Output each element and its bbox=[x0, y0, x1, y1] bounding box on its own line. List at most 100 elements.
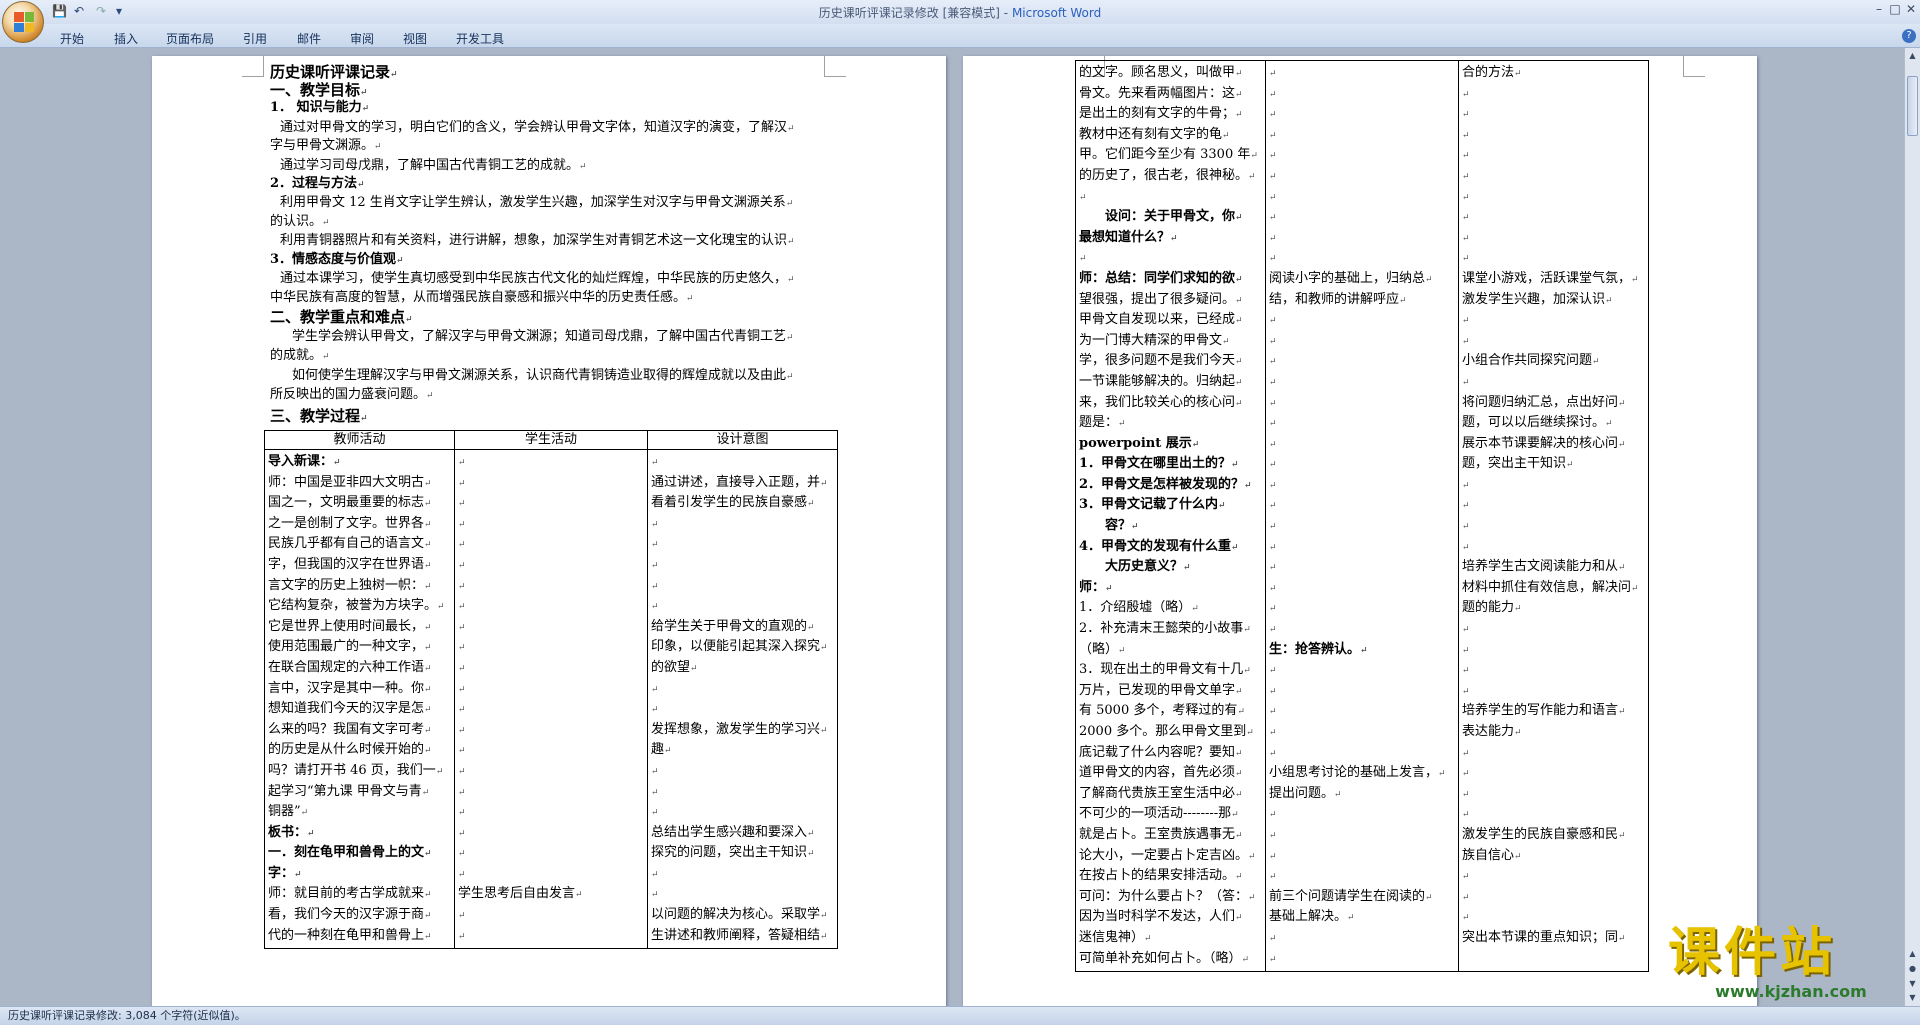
paragraph-mark-icon: ↵ bbox=[787, 237, 795, 247]
tab-page-layout[interactable]: 页面布局 bbox=[166, 30, 214, 47]
scroll-thumb[interactable] bbox=[1907, 76, 1918, 136]
cell-line: ↵ bbox=[458, 596, 644, 617]
paragraph-mark-icon: ↵ bbox=[651, 581, 659, 592]
cell-line: 师：总结：同学们求知的欲↵ bbox=[1079, 270, 1243, 286]
table-cell[interactable]: ↵ ↵ ↵ ↵ ↵ ↵ ↵ ↵ ↵ ↵ 阅读小字的基础上，归纳总↵ 结，和教师的讲解呼应↵ ↵ ↵ ↵ ↵ ↵ ↵… bbox=[1265, 59, 1459, 973]
vertical-scrollbar[interactable]: ▲ ▲ ● ▼ ▼ bbox=[1904, 48, 1920, 1006]
tab-insert[interactable]: 插入 bbox=[114, 30, 138, 47]
paragraph-mark-icon: ↵ bbox=[1269, 213, 1277, 224]
cell-line: ↵ bbox=[458, 926, 644, 947]
paragraph-mark-icon: ↵ bbox=[651, 519, 659, 530]
cell-line: ↵ bbox=[458, 823, 644, 844]
cell-line: 激发学生的民族自豪感和民↵ bbox=[1462, 826, 1626, 842]
paragraph-mark-icon: ↵ bbox=[458, 663, 466, 674]
cell-line: ↵ bbox=[458, 679, 644, 700]
paragraph-mark-icon: ↵ bbox=[424, 581, 432, 592]
cell-line: ↵ bbox=[1269, 104, 1455, 125]
cell-line: ↵ bbox=[1462, 372, 1645, 393]
tab-references[interactable]: 引用 bbox=[243, 30, 267, 47]
previous-page-icon[interactable]: ▲ bbox=[1907, 948, 1918, 959]
paragraph-mark-icon: ↵ bbox=[1246, 728, 1254, 738]
browse-object-icon[interactable]: ● bbox=[1907, 963, 1918, 974]
cell-line: ↵ bbox=[1462, 784, 1645, 805]
scroll-down-icon[interactable]: ▼ bbox=[1907, 992, 1918, 1003]
cell-line: 2000 多个。那么甲骨文里到↵ bbox=[1079, 724, 1254, 739]
paragraph-mark-icon: ↵ bbox=[458, 828, 466, 839]
cell-line: 想知道我们今天的汉字是怎↵ bbox=[268, 701, 432, 717]
cell-line: ↵ bbox=[1269, 537, 1455, 558]
table-cell[interactable]: 的文字。顾名思义，叫做甲↵ 骨文。先来看两幅图片：这↵ 是出土的刻有文字的牛骨；↵ 教… bbox=[1075, 59, 1266, 973]
help-icon[interactable]: ? bbox=[1902, 29, 1916, 43]
paragraph-mark-icon: ↵ bbox=[651, 458, 659, 468]
cell-line: ↵ bbox=[651, 864, 834, 885]
paragraph-mark-icon: ↵ bbox=[1514, 604, 1522, 615]
paragraph-mark-icon: ↵ bbox=[651, 684, 659, 695]
paragraph-mark-icon: ↵ bbox=[360, 88, 368, 98]
cell-line: 骨文。先来看两幅图片：这↵ bbox=[1079, 85, 1243, 101]
paragraph-mark-icon: ↵ bbox=[1269, 625, 1277, 636]
paragraph-mark-icon: ↵ bbox=[424, 911, 432, 922]
cell-line: ↵ bbox=[458, 637, 644, 658]
paragraph-mark-icon: ↵ bbox=[1222, 336, 1230, 347]
cell-line: 了解商代贵族王室生活中必↵ bbox=[1079, 785, 1243, 801]
cell-line: ↵ bbox=[1462, 145, 1645, 166]
paragraph-mark-icon: ↵ bbox=[1235, 69, 1243, 79]
close-icon[interactable]: ✕ bbox=[1900, 0, 1920, 18]
paragraph-mark-icon: ↵ bbox=[1269, 728, 1277, 738]
tab-view[interactable]: 视图 bbox=[403, 30, 427, 47]
paragraph-mark-icon: ↵ bbox=[1235, 748, 1243, 759]
paragraph-mark-icon: ↵ bbox=[458, 766, 466, 777]
tab-developer[interactable]: 开发工具 bbox=[456, 30, 504, 47]
page-1[interactable]: 历史课听评课记录↵ 一、教学目标↵ 1． 知识与能力↵ 通过对甲骨文的学习，明白它们的… bbox=[152, 55, 946, 1006]
app-name: Microsoft Word bbox=[1011, 6, 1102, 20]
paragraph-mark-icon: ↵ bbox=[333, 458, 341, 468]
paragraph-mark-icon: ↵ bbox=[424, 643, 432, 654]
paragraph-mark-icon: ↵ bbox=[1235, 769, 1243, 780]
cell-line: ↵ bbox=[1462, 310, 1645, 331]
paragraph-mark-icon: ↵ bbox=[1425, 892, 1433, 903]
paragraph-mark-icon: ↵ bbox=[1269, 563, 1277, 574]
paragraph-mark-icon: ↵ bbox=[1462, 130, 1470, 141]
paragraph-mark-icon: ↵ bbox=[1231, 542, 1239, 553]
paragraph-mark-icon: ↵ bbox=[1191, 439, 1200, 450]
cell-line: ↵ bbox=[458, 576, 644, 597]
table-cell[interactable]: 合的方法↵ ↵ ↵ ↵ ↵ ↵ ↵ ↵ ↵ ↵ 课堂小游戏，活跃课堂气氛，↵ 激发学生兴趣，加深认识↵… bbox=[1458, 59, 1649, 973]
paragraph-mark-icon: ↵ bbox=[787, 275, 795, 285]
paragraph-mark-icon: ↵ bbox=[1183, 563, 1191, 574]
document-area[interactable]: 历史课听评课记录↵ 一、教学目标↵ 1． 知识与能力↵ 通过对甲骨文的学习，明白它们的… bbox=[0, 48, 1904, 1006]
cell-line: ↵ bbox=[1462, 187, 1645, 208]
cell-line: ↵ bbox=[1269, 743, 1455, 764]
paragraph-mark-icon: ↵ bbox=[1269, 316, 1277, 327]
paragraph-mark-icon: ↵ bbox=[424, 684, 432, 695]
paragraph-mark-icon: ↵ bbox=[1425, 274, 1433, 285]
paragraph-mark-icon: ↵ bbox=[820, 931, 828, 942]
table-cell[interactable]: ↵ 通过讲述，直接导入正题，并↵ 看着引发学生的民族自豪感↵ ↵ ↵ ↵ ↵ ↵ 给学生关于甲骨… bbox=[647, 448, 838, 950]
paragraph-mark-icon: ↵ bbox=[1462, 501, 1470, 512]
page-2[interactable]: 的文字。顾名思义，叫做甲↵ 骨文。先来看两幅图片：这↵ 是出土的刻有文字的牛骨；↵ 教… bbox=[963, 55, 1757, 1006]
paragraph-mark-icon: ↵ bbox=[1462, 625, 1470, 636]
paragraph-mark-icon: ↵ bbox=[458, 643, 466, 654]
cell-line: ↵ bbox=[651, 596, 834, 617]
next-page-icon[interactable]: ▼ bbox=[1907, 978, 1918, 989]
cell-line: ↵ bbox=[651, 699, 834, 720]
lesson-table-part2: 的文字。顾名思义，叫做甲↵ 骨文。先来看两幅图片：这↵ 是出土的刻有文字的牛骨；↵ 教… bbox=[1075, 59, 1649, 973]
cell-line: ↵ bbox=[651, 679, 834, 700]
scroll-up-icon[interactable]: ▲ bbox=[1907, 50, 1918, 61]
tab-mailings[interactable]: 邮件 bbox=[297, 30, 321, 47]
cell-line: ↵ bbox=[1079, 248, 1262, 269]
cell-line: ↵ bbox=[1462, 331, 1645, 352]
table-cell[interactable]: 导入新课：↵ 师：中国是亚非四大文明古↵ 国之一，文明最重要的标志↵ 之一是创制了文字… bbox=[264, 448, 455, 950]
window-title: 历史课听评课记录修改 [兼容模式] - Microsoft Word bbox=[0, 4, 1920, 21]
tab-home[interactable]: 开始 bbox=[60, 30, 84, 47]
cell-line: 印象，以便能引起其深入探究↵ bbox=[651, 639, 828, 655]
tab-review[interactable]: 审阅 bbox=[350, 30, 374, 47]
paragraph-mark-icon: ↵ bbox=[1592, 357, 1600, 368]
paragraph-mark-icon: ↵ bbox=[458, 540, 466, 551]
paragraph-mark-icon: ↵ bbox=[1118, 419, 1126, 430]
office-button[interactable] bbox=[2, 1, 44, 43]
cell-line: ↵ bbox=[1462, 660, 1645, 681]
table-cell[interactable]: ↵ ↵ ↵ ↵ ↵ ↵ ↵ ↵ ↵ ↵ ↵ ↵ ↵ ↵ ↵ ↵ ↵ ↵ ↵ ↵ ↵ 学生思考后自由发言↵ ↵ ↵ bbox=[454, 448, 648, 950]
cell-line: ↵ bbox=[651, 534, 834, 555]
cell-line: 生：抢答辨认。↵ bbox=[1269, 641, 1368, 657]
cell-line: ↵ bbox=[1269, 825, 1455, 846]
